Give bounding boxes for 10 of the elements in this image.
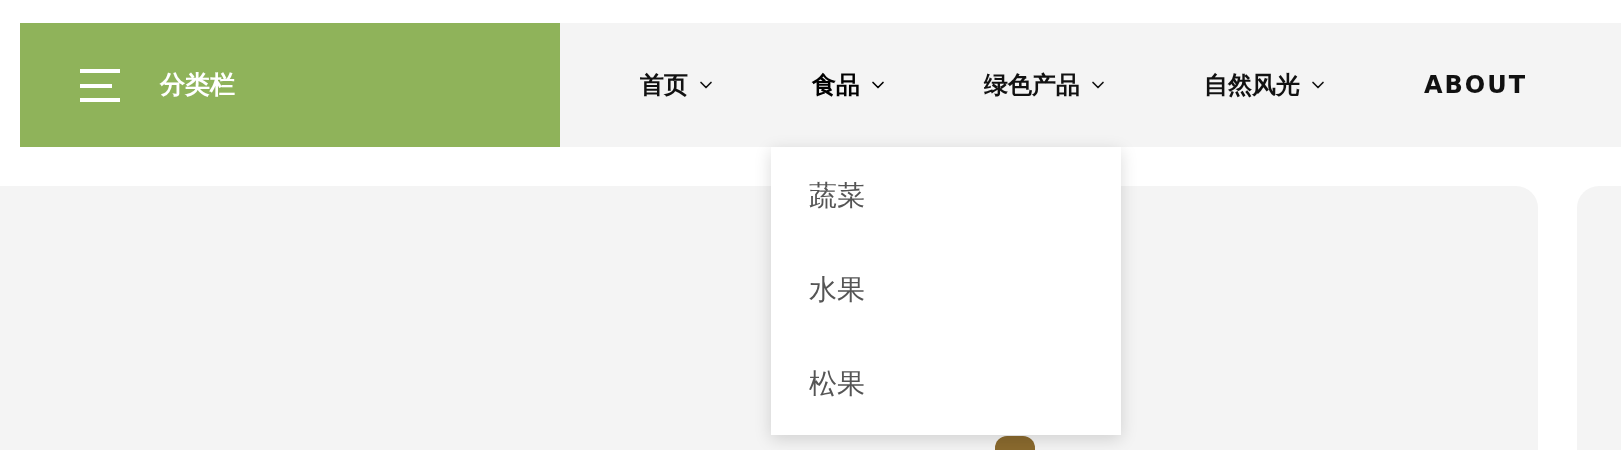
category-bar-label: 分类栏 [160,69,235,102]
dropdown-item[interactable]: 水果 [771,243,865,337]
dropdown-item[interactable]: 松果 [771,337,865,431]
nav-link[interactable]: 食品 [812,67,888,103]
dropdown-item[interactable]: 蔬菜 [771,149,865,243]
nav-link[interactable]: ABOUT [1424,67,1528,103]
nav-link[interactable]: 首页 [640,67,716,103]
nav-link[interactable]: 绿色产品 [984,67,1108,103]
menu-icon[interactable] [80,68,120,102]
nav-link[interactable]: 自然风光 [1204,67,1328,103]
